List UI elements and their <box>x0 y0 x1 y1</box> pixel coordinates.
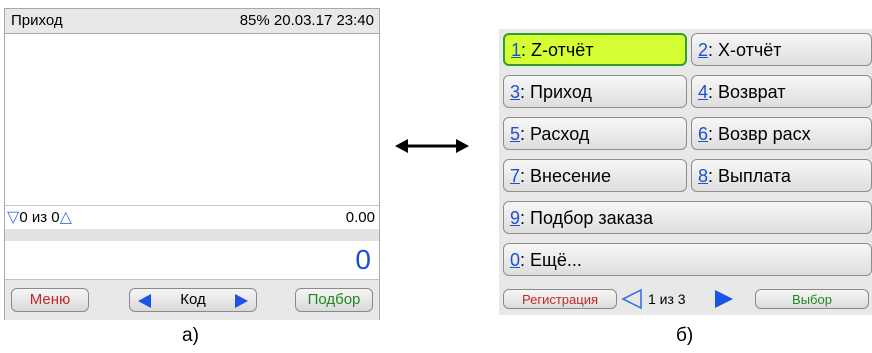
menu-button[interactable]: Меню <box>11 288 89 312</box>
menu-item-expense-return[interactable]: 6: Возвр расх <box>691 117 872 150</box>
document-title: Приход <box>11 12 63 29</box>
page-indicator: 1 из 3 <box>648 291 686 307</box>
right-arrow-icon <box>235 294 248 308</box>
menu-item-payout[interactable]: 8: Выплата <box>691 159 872 192</box>
items-list <box>5 34 379 205</box>
down-arrow-icon[interactable]: ▽ <box>7 209 19 226</box>
screen-a: Приход 85% 20.03.17 23:40 ▽0 из 0△ 0.00 … <box>4 8 380 320</box>
left-arrow-icon <box>138 294 151 308</box>
counter-text: 0 из 0 <box>19 209 60 226</box>
up-arrow-icon[interactable]: △ <box>60 209 72 226</box>
next-page-icon[interactable] <box>713 288 735 310</box>
amount-value: 0 <box>355 244 371 275</box>
pick-button[interactable]: Подбор <box>295 288 373 312</box>
code-label: Код <box>180 291 206 308</box>
register-button[interactable]: Регистрация <box>503 289 617 309</box>
screen-b: 1: Z-отчёт 2: X-отчёт 3: Приход 4: Возвр… <box>499 29 872 315</box>
code-button[interactable]: Код <box>129 288 257 312</box>
status-bar: Приход 85% 20.03.17 23:40 <box>5 9 379 34</box>
menu-item-return[interactable]: 4: Возврат <box>691 75 872 108</box>
amount-field: 0 <box>5 241 379 279</box>
total-value: 0.00 <box>345 209 375 226</box>
menu-item-more[interactable]: 0: Ещё... <box>503 243 872 276</box>
double-arrow-icon <box>395 139 469 153</box>
menu-item-x-report[interactable]: 2: X-отчёт <box>691 33 872 66</box>
menu-item-order-pick[interactable]: 9: Подбор заказа <box>503 201 872 234</box>
battery-datetime: 85% 20.03.17 23:40 <box>239 12 374 29</box>
menu-item-expense[interactable]: 5: Расход <box>503 117 687 150</box>
separator-band <box>5 229 379 241</box>
caption-b: б) <box>676 325 694 346</box>
menu-item-income[interactable]: 3: Приход <box>503 75 687 108</box>
counter-row: ▽0 из 0△ 0.00 <box>5 205 379 231</box>
caption-a: а) <box>182 325 199 346</box>
select-button[interactable]: Выбор <box>755 289 869 309</box>
prev-page-icon[interactable] <box>621 288 643 310</box>
softkey-bar: Меню Код Подбор <box>5 279 379 320</box>
menu-item-z-report[interactable]: 1: Z-отчёт <box>503 33 687 66</box>
counter: ▽0 из 0△ <box>7 206 72 230</box>
menu-item-deposit[interactable]: 7: Внесение <box>503 159 687 192</box>
